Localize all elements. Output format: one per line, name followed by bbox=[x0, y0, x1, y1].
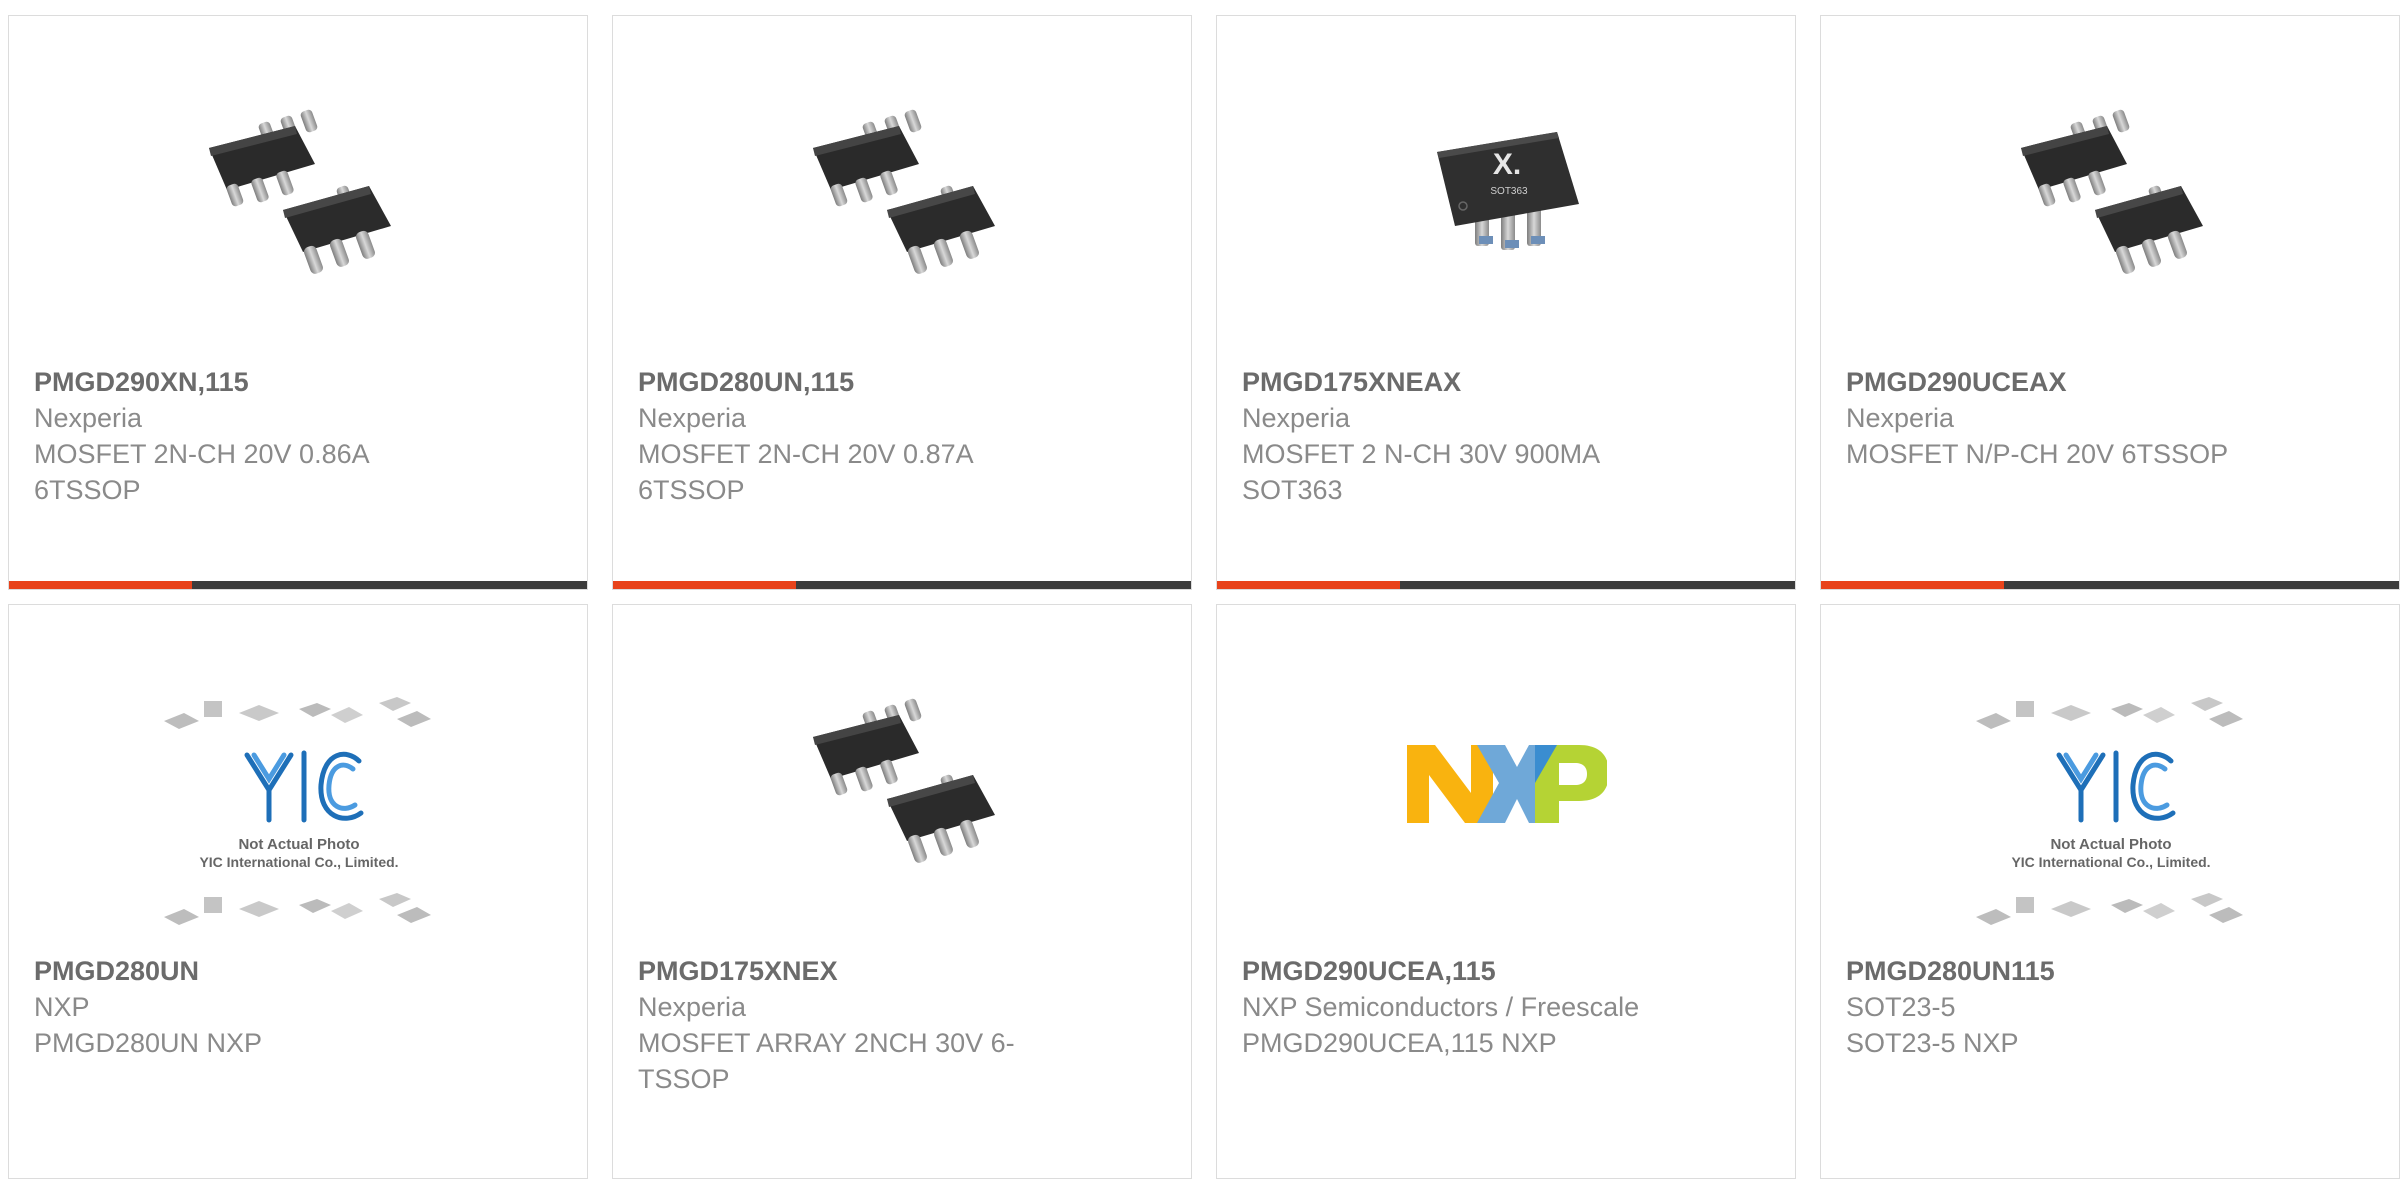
manufacturer: Nexperia bbox=[34, 403, 143, 433]
yic-placeholder-icon: Not Actual Photo YIC International Co., … bbox=[1971, 695, 2251, 935]
card-bottom-bar bbox=[613, 581, 1191, 589]
manufacturer: Nexperia bbox=[638, 992, 747, 1022]
part-number[interactable]: PMGD175XNEAX bbox=[1242, 364, 1770, 400]
part-number[interactable]: PMGD280UN115 bbox=[1846, 953, 2374, 989]
product-card[interactable]: PMGD290XN,115 Nexperia MOSFET 2N-CH 20V … bbox=[8, 15, 588, 590]
description: MOSFET 2N-CH 20V 0.86A 6TSSOP bbox=[34, 439, 369, 505]
placeholder-line2: YIC International Co., Limited. bbox=[199, 854, 398, 870]
tssop-chips-icon bbox=[803, 675, 1003, 875]
description: PMGD280UN NXP bbox=[34, 1028, 263, 1058]
product-card[interactable]: Not Actual Photo YIC International Co., … bbox=[8, 604, 588, 1179]
product-grid: PMGD290XN,115 Nexperia MOSFET 2N-CH 20V … bbox=[0, 0, 2400, 1179]
description: PMGD290UCEA,115 NXP bbox=[1242, 1028, 1557, 1058]
manufacturer: SOT23-5 bbox=[1846, 992, 1956, 1022]
product-card[interactable]: PMGD290UCEA,115 NXP Semiconductors / Fre… bbox=[1216, 604, 1796, 1179]
nxp-logo-icon bbox=[1407, 675, 1607, 875]
card-bottom-bar bbox=[9, 581, 587, 589]
part-number[interactable]: PMGD290UCEAX bbox=[1846, 364, 2374, 400]
tssop-chips-icon bbox=[803, 86, 1003, 286]
manufacturer: NXP bbox=[34, 992, 90, 1022]
chip-package-text: SOT363 bbox=[1490, 186, 1528, 197]
product-card[interactable]: PMGD280UN,115 Nexperia MOSFET 2N-CH 20V … bbox=[612, 15, 1192, 590]
chip-marking: X. bbox=[1493, 148, 1521, 181]
placeholder-line2: YIC International Co., Limited. bbox=[2011, 854, 2210, 870]
description: SOT23-5 NXP bbox=[1846, 1028, 2019, 1058]
part-number[interactable]: PMGD290XN,115 bbox=[34, 364, 562, 400]
product-card[interactable]: X. SOT363 PMGD175XNEAX Nexperia MOSFET 2… bbox=[1216, 15, 1796, 590]
bar-accent bbox=[1217, 581, 1400, 589]
manufacturer: Nexperia bbox=[1242, 403, 1351, 433]
product-card[interactable]: PMGD175XNEX Nexperia MOSFET ARRAY 2NCH 3… bbox=[612, 604, 1192, 1179]
manufacturer: NXP Semiconductors / Freescale bbox=[1242, 992, 1640, 1022]
product-card[interactable]: Not Actual Photo YIC International Co., … bbox=[1820, 604, 2400, 1179]
description: MOSFET ARRAY 2NCH 30V 6-TSSOP bbox=[638, 1028, 1015, 1094]
bar-accent bbox=[613, 581, 796, 589]
part-number[interactable]: PMGD290UCEA,115 bbox=[1242, 953, 1770, 989]
part-number[interactable]: PMGD280UN bbox=[34, 953, 562, 989]
tssop-chips-icon bbox=[199, 86, 399, 286]
part-number[interactable]: PMGD175XNEX bbox=[638, 953, 1166, 989]
sot363-chip-icon: X. SOT363 bbox=[1407, 86, 1607, 286]
description: MOSFET 2 N-CH 30V 900MA SOT363 bbox=[1242, 439, 1599, 505]
placeholder-line1: Not Actual Photo bbox=[238, 836, 359, 853]
bar-accent bbox=[1821, 581, 2004, 589]
product-card[interactable]: PMGD290UCEAX Nexperia MOSFET N/P-CH 20V … bbox=[1820, 15, 2400, 590]
yic-placeholder-icon: Not Actual Photo YIC International Co., … bbox=[159, 695, 439, 935]
card-bottom-bar bbox=[1821, 581, 2399, 589]
bar-accent bbox=[9, 581, 192, 589]
part-number[interactable]: PMGD280UN,115 bbox=[638, 364, 1166, 400]
placeholder-line1: Not Actual Photo bbox=[2050, 836, 2171, 853]
description: MOSFET N/P-CH 20V 6TSSOP bbox=[1846, 439, 2229, 469]
tssop-chips-icon bbox=[2011, 86, 2211, 286]
description: MOSFET 2N-CH 20V 0.87A 6TSSOP bbox=[638, 439, 973, 505]
card-bottom-bar bbox=[1217, 581, 1795, 589]
manufacturer: Nexperia bbox=[1846, 403, 1955, 433]
manufacturer: Nexperia bbox=[638, 403, 747, 433]
